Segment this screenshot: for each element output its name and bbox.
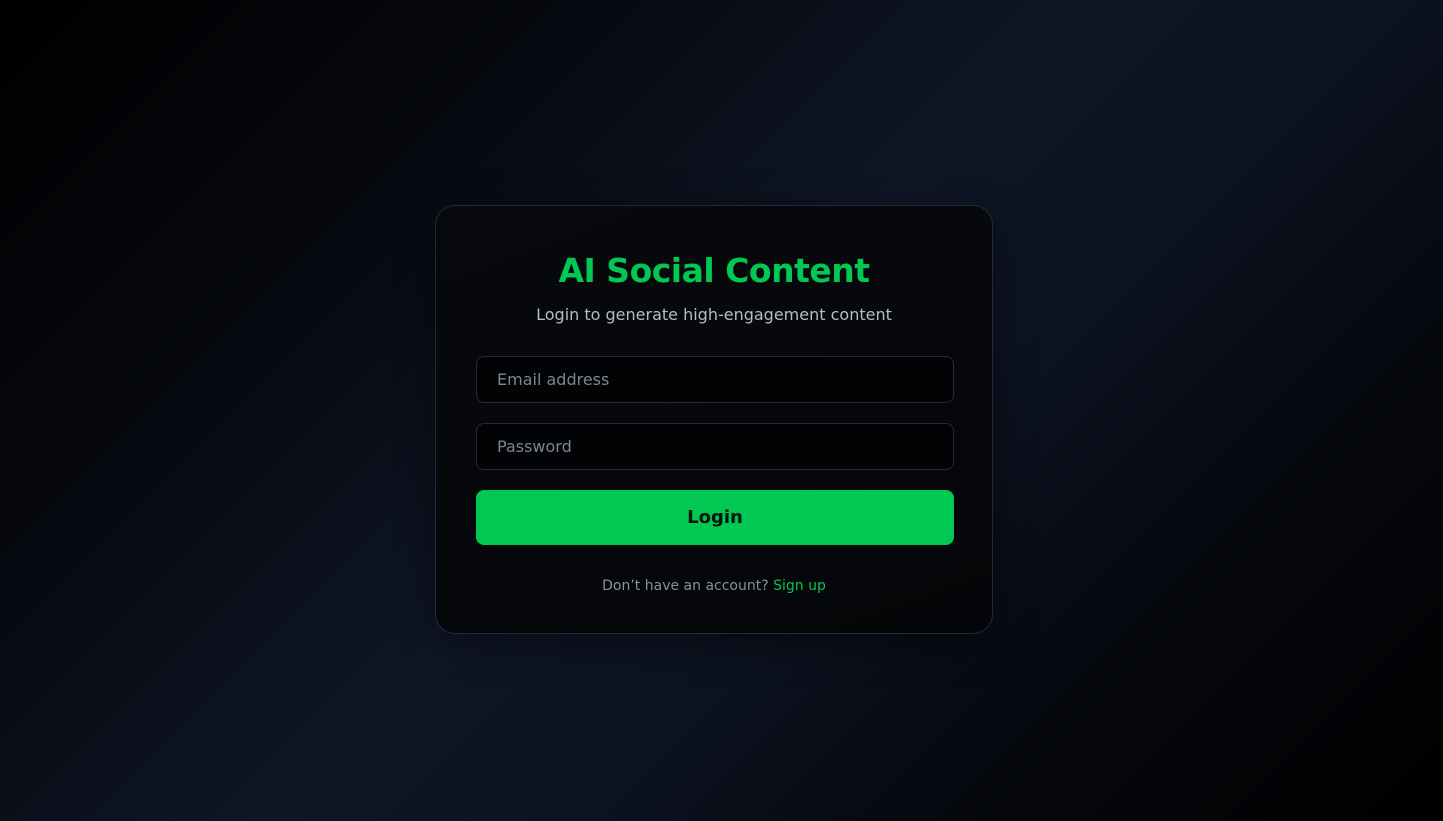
login-subtitle: Login to generate high-engagement conten… bbox=[536, 305, 892, 324]
login-button[interactable]: Login bbox=[476, 490, 954, 545]
signup-link[interactable]: Sign up bbox=[773, 578, 826, 594]
email-input[interactable] bbox=[476, 356, 954, 403]
login-page: AI Social Content Login to generate high… bbox=[0, 0, 1443, 821]
app-title: AI Social Content bbox=[558, 251, 871, 290]
login-card: AI Social Content Login to generate high… bbox=[435, 205, 993, 634]
signup-prompt-text: Don’t have an account? bbox=[602, 578, 774, 594]
password-input[interactable] bbox=[476, 423, 954, 470]
signup-prompt-line: Don’t have an account? Sign up bbox=[436, 576, 992, 596]
